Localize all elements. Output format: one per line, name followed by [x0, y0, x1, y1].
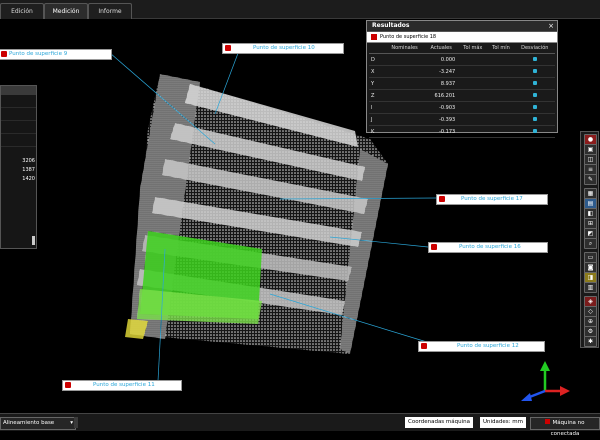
edit-icon[interactable]: ✎ [584, 174, 597, 185]
right-toolbar: ● ▣ ◫ ≡ ✎ ▦ ▤ ◧ ⊞ ◩ ⌕ ▭ ◙ ◨ ▥ ◈ ◇ ⊕ ⚙ ✱ [580, 131, 599, 348]
left-value-3: 1420 [22, 176, 35, 182]
alignment-indicator [74, 417, 78, 428]
left-value-2: 1387 [22, 167, 35, 173]
callout-surface-point-17[interactable]: Punto de superficie 17 [436, 194, 548, 205]
zoom-icon[interactable]: ⌕ [584, 238, 597, 249]
tab-informe[interactable]: Informe [88, 3, 132, 19]
tab-edicion[interactable]: Edición [0, 3, 44, 19]
surface-point-icon [421, 343, 427, 349]
surface-point-icon [431, 244, 437, 250]
col-desviacion: Desviación [514, 43, 555, 54]
checkbox-icon[interactable] [532, 92, 537, 97]
close-icon[interactable]: × [548, 22, 554, 30]
results-title: Resultados [367, 21, 557, 32]
axis-triad [521, 361, 570, 401]
scanned-part [125, 74, 388, 354]
machine-status-icon [545, 419, 551, 424]
units-status[interactable]: Unidades: mm [480, 417, 526, 428]
callout-surface-point-11[interactable]: Punto de superficie 11 [62, 380, 182, 391]
panel-splitter-handle[interactable] [32, 236, 35, 245]
table-row[interactable]: D 0.000 [369, 53, 555, 66]
col-tol-max: Tol máx [458, 43, 488, 54]
checkbox-icon[interactable] [532, 56, 537, 61]
gradient-icon[interactable]: ▥ [584, 282, 597, 293]
table-row[interactable]: J -0.393 [369, 113, 555, 126]
tab-medicion[interactable]: Medición [44, 3, 88, 19]
checkbox-icon[interactable] [532, 80, 537, 85]
results-panel: Resultados × Punto de superficie 18 Nomi… [366, 20, 558, 138]
left-panel: 3206 1387 1420 [0, 85, 37, 249]
table-row[interactable]: I -0.903 [369, 101, 555, 114]
alignment-select[interactable]: Alineamiento base ▾ [0, 417, 76, 430]
left-value-1: 3206 [22, 158, 35, 164]
table-row[interactable]: X -3.247 [369, 65, 555, 78]
results-table: Nominales Actuales Tol máx Tol mín Desvi… [369, 43, 555, 138]
callout-surface-point-16[interactable]: Punto de superficie 16 [428, 242, 548, 253]
results-header-row: Nominales Actuales Tol máx Tol mín Desvi… [369, 43, 555, 54]
callout-surface-point-10[interactable]: Punto de superficie 10 [222, 43, 344, 54]
surface-point-icon [371, 33, 377, 40]
checkbox-icon[interactable] [532, 68, 537, 73]
col-actuales: Actuales [424, 43, 459, 54]
top-bar: Edición Medición Informe [0, 0, 600, 19]
col-tol-min: Tol mín [487, 43, 515, 54]
surface-point-icon [225, 45, 231, 51]
checkbox-icon[interactable] [532, 116, 537, 121]
checkbox-icon[interactable] [532, 128, 537, 133]
status-bar: Alineamiento base ▾ Coordenadas máquina … [0, 413, 600, 437]
tab-label: Edición [11, 8, 33, 15]
machine-status[interactable]: Máquina no conectada [530, 417, 600, 437]
surface-point-icon [65, 382, 71, 388]
surface-point-icon [439, 196, 445, 202]
callout-surface-point-9[interactable]: Punto de superficie 9 [0, 49, 112, 60]
table-row[interactable]: Z 616.201 [369, 89, 555, 102]
table-row[interactable]: Y 8.937 [369, 77, 555, 90]
settings-icon[interactable]: ✱ [584, 336, 597, 347]
coordinates-status[interactable]: Coordenadas máquina [405, 417, 473, 428]
results-feature: Punto de superficie 18 [367, 32, 557, 43]
table-row[interactable]: K -0.173 [369, 125, 555, 138]
tab-label: Medición [52, 8, 80, 15]
col-nominales: Nominales [385, 43, 425, 54]
chevron-down-icon: ▾ [70, 420, 73, 426]
tab-label: Informe [98, 8, 122, 15]
callout-surface-point-12[interactable]: Punto de superficie 12 [418, 341, 545, 352]
left-panel-header [1, 86, 36, 95]
surface-point-icon [1, 51, 7, 57]
checkbox-icon[interactable] [532, 104, 537, 109]
